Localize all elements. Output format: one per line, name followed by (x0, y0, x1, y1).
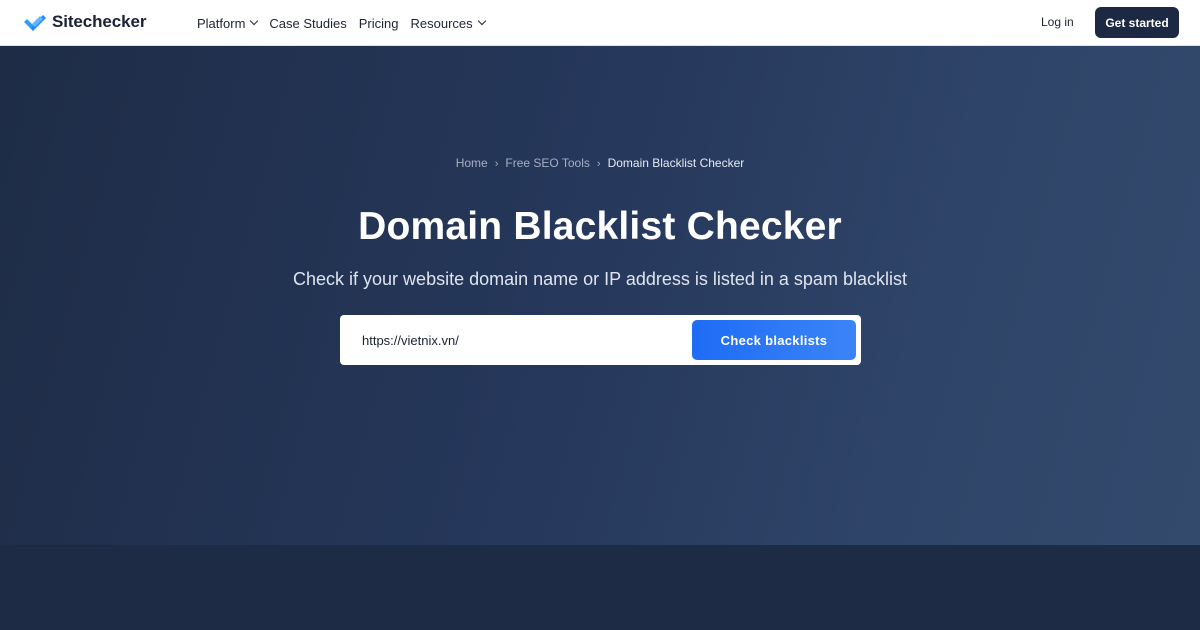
nav-label: Resources (410, 15, 473, 31)
nav-item-case-studies[interactable]: Case Studies (269, 16, 346, 31)
chevron-right-icon: › (494, 158, 499, 170)
brand-name: Sitechecker (52, 12, 147, 31)
page-title: Domain Blacklist Checker (358, 205, 842, 248)
nav-label: Pricing (358, 15, 399, 31)
check-blacklists-button[interactable]: Check blacklists (692, 320, 856, 360)
domain-url-input[interactable] (354, 323, 684, 357)
nav-item-pricing[interactable]: Pricing (359, 16, 399, 31)
nav-label: Platform (197, 15, 246, 31)
breadcrumb-free-seo-tools[interactable]: Free SEO Tools (505, 156, 589, 170)
hero-section (0, 46, 1200, 545)
nav-item-resources[interactable]: Resources (410, 15, 486, 31)
page-lower-section (0, 545, 1200, 630)
breadcrumb: Home › Free SEO Tools › Domain Blacklist Che… (0, 156, 1200, 170)
get-started-button[interactable]: Get started (1095, 7, 1179, 38)
breadcrumb-current: Domain Blacklist Checker (607, 156, 745, 170)
main-nav: Platform Case Studies Pricing Resources (197, 0, 497, 46)
nav-item-platform[interactable]: Platform (197, 15, 259, 31)
login-link[interactable]: Log in (1041, 15, 1074, 29)
top-navbar: Sitechecker Platform Case Studies Pricin… (0, 0, 1200, 46)
breadcrumb-home[interactable]: Home (456, 156, 488, 170)
domain-search-form: Check blacklists (340, 315, 861, 365)
page-subtitle: Check if your website domain name or IP … (293, 269, 907, 289)
chevron-down-icon (477, 16, 486, 26)
chevron-right-icon: › (596, 158, 601, 170)
brand-logo[interactable]: Sitechecker (22, 11, 146, 33)
checkmark-logo-icon (24, 15, 46, 31)
chevron-down-icon (250, 16, 259, 26)
nav-label: Case Studies (269, 15, 347, 31)
